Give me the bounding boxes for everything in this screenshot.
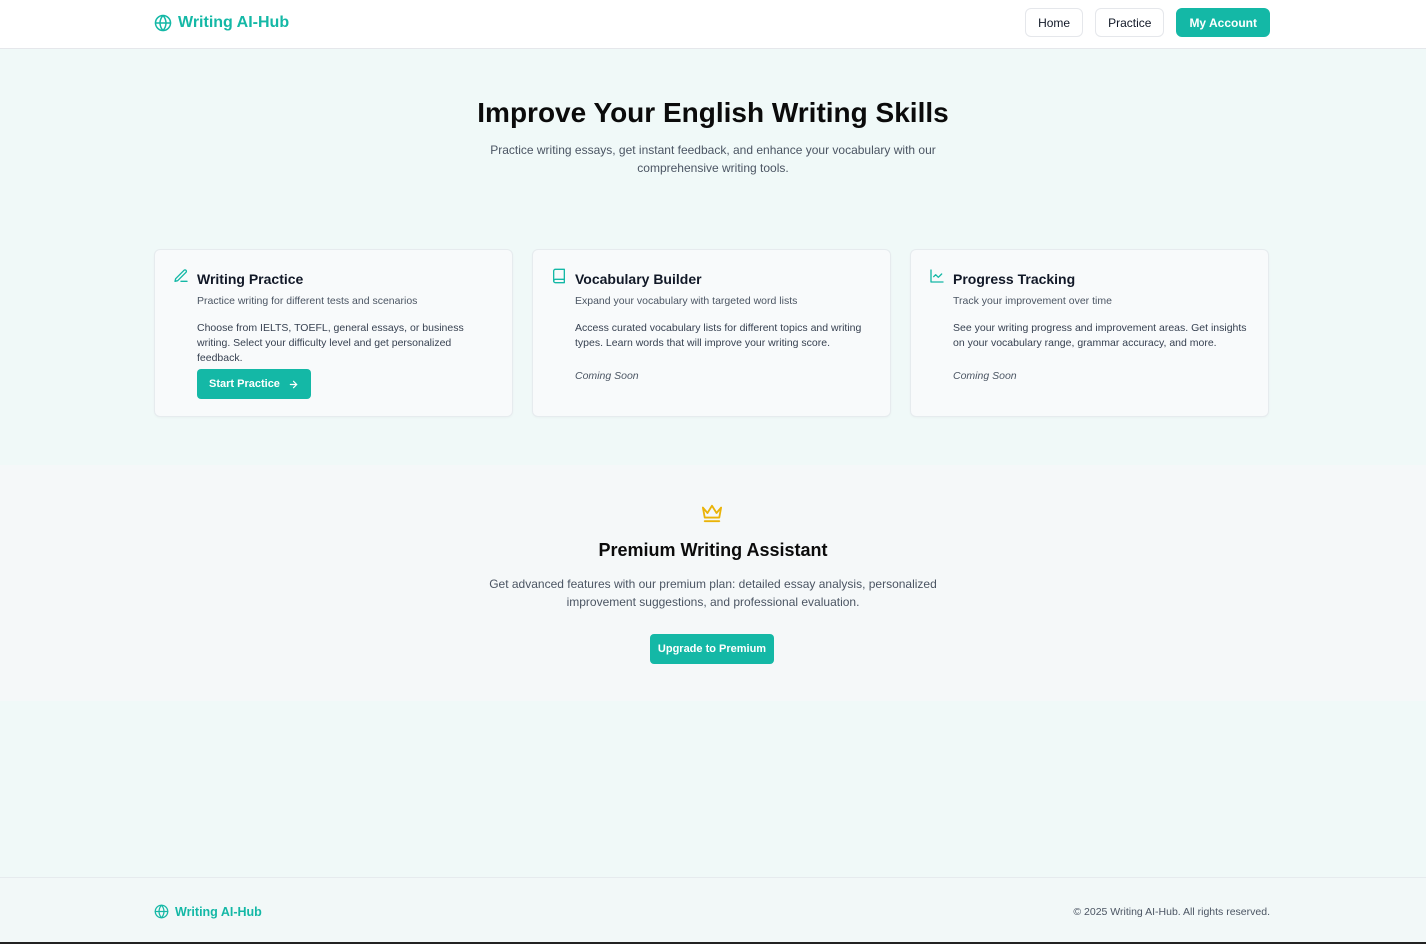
card-body: Choose from IELTS, TOEFL, general essays… <box>197 322 464 364</box>
coming-soon-label: Coming Soon <box>953 370 1017 382</box>
card-body: See your writing progress and improvemen… <box>953 322 1247 349</box>
premium-section: Premium Writing Assistant Get advanced f… <box>0 465 1426 701</box>
card-title: Writing Practice <box>197 271 304 287</box>
my-account-button[interactable]: My Account <box>1176 8 1270 37</box>
writing-practice-card: Writing Practice Practice writing for di… <box>154 249 513 417</box>
globe-icon <box>154 14 172 32</box>
hero-section: Improve Your English Writing Skills Prac… <box>0 49 1426 465</box>
footer-brand[interactable]: Writing AI-Hub <box>154 904 262 919</box>
top-navbar: Writing AI-Hub Home Practice My Account <box>0 0 1426 49</box>
globe-icon <box>154 904 169 919</box>
line-chart-icon <box>930 269 944 283</box>
card-description: Track your improvement over time <box>953 295 1112 307</box>
card-description: Expand your vocabulary with targeted wor… <box>575 295 798 307</box>
card-body: Access curated vocabulary lists for diff… <box>575 322 862 349</box>
pencil-icon <box>174 269 188 282</box>
main-nav: Home Practice My Account <box>1025 8 1270 37</box>
brand-name: Writing AI-Hub <box>178 14 290 31</box>
book-icon <box>553 268 565 284</box>
hero-title: Improve Your English Writing Skills <box>477 97 949 128</box>
crown-icon <box>702 504 722 523</box>
start-practice-button[interactable]: Start Practice <box>197 369 311 399</box>
nav-home-button[interactable]: Home <box>1025 8 1084 37</box>
coming-soon-label: Coming Soon <box>575 370 639 382</box>
premium-subtitle: Get advanced features with our premium p… <box>489 577 937 609</box>
arrow-right-icon <box>289 380 298 388</box>
copyright-text: © 2025 Writing AI-Hub. All rights reserv… <box>1073 906 1270 918</box>
footer-brand-name: Writing AI-Hub <box>175 904 262 919</box>
hero-subtitle: Practice writing essays, get instant fee… <box>490 143 936 175</box>
start-practice-label: Start Practice <box>209 378 280 390</box>
brand-logo-link[interactable]: Writing AI-Hub <box>154 12 289 34</box>
card-description: Practice writing for different tests and… <box>197 295 418 307</box>
footer: Writing AI-Hub © 2025 Writing AI-Hub. Al… <box>0 877 1426 944</box>
card-title: Vocabulary Builder <box>575 271 702 287</box>
nav-practice-button[interactable]: Practice <box>1095 8 1165 37</box>
premium-title: Premium Writing Assistant <box>598 540 828 560</box>
upgrade-premium-button[interactable]: Upgrade to Premium <box>650 634 774 664</box>
card-title: Progress Tracking <box>953 271 1076 287</box>
vocabulary-builder-card: Vocabulary Builder Expand your vocabular… <box>532 249 891 417</box>
progress-tracking-card: Progress Tracking Track your improvement… <box>910 249 1269 417</box>
feature-cards: Writing Practice Practice writing for di… <box>154 249 1269 417</box>
